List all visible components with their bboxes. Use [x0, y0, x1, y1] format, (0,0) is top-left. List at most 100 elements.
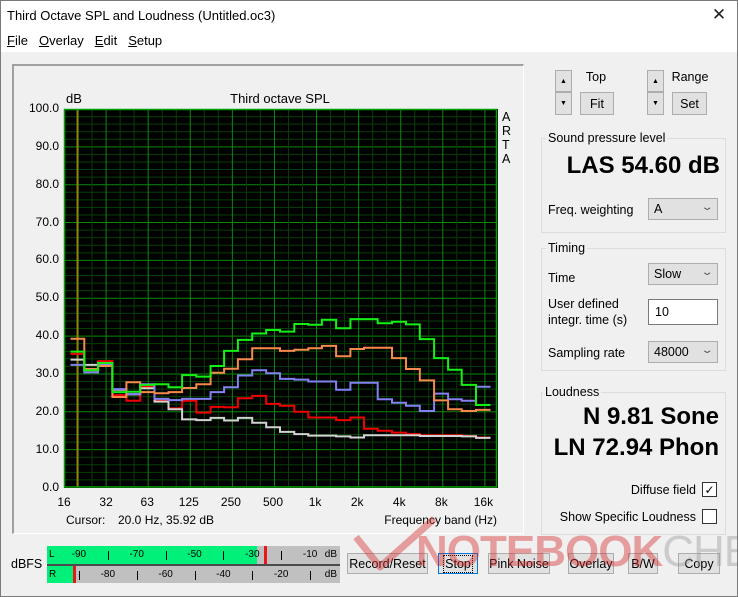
chevron-down-icon: ⌄ — [700, 202, 714, 213]
menu-file[interactable]: File — [3, 30, 32, 52]
menu-setup[interactable]: Setup — [124, 30, 166, 52]
bw-button[interactable]: B/W — [628, 553, 658, 574]
meter-scale-tick — [78, 571, 80, 580]
top-label: Top — [585, 70, 607, 84]
x-tick-label: 32 — [99, 495, 113, 509]
y-tick-label: 50.0 — [35, 290, 59, 305]
arrow-up-icon: ▲ — [560, 77, 567, 85]
sampling-rate-label: Sampling rate — [548, 346, 626, 360]
chevron-down-icon: ⌄ — [700, 267, 714, 278]
overlay-label: Overlay — [569, 556, 613, 571]
integr-time-value: 10 — [655, 305, 669, 319]
time-value: Slow — [654, 267, 682, 281]
meter-scale-label: -30 — [245, 549, 260, 560]
y-tick-label: 40.0 — [35, 328, 59, 343]
meter-channel-label: L — [49, 549, 55, 560]
diffuse-field-checkbox[interactable]: ✓ — [702, 482, 717, 497]
meter-scale-label: -60 — [158, 569, 173, 580]
meter-unit-label: dB — [324, 549, 337, 560]
x-tick-label: 125 — [178, 495, 199, 509]
timing-group-title: Timing — [546, 241, 588, 255]
x-tick-label: 500 — [262, 495, 284, 509]
chart-title: Third octave SPL — [230, 91, 330, 106]
fit-button-label: Fit — [590, 96, 604, 111]
integr-time-label-line2: integr. time (s) — [548, 313, 628, 327]
menu-edit[interactable]: Edit — [91, 30, 121, 52]
overlay-button[interactable]: Overlay — [568, 553, 614, 574]
x-tick-label: 63 — [140, 495, 154, 509]
integr-time-input[interactable]: 10 — [648, 299, 718, 325]
meter-scale-label: -40 — [216, 569, 231, 580]
x-tick-label: 16 — [57, 495, 71, 509]
y-tick-label: 100.0 — [28, 101, 59, 115]
range-up-button[interactable]: ▲ — [647, 70, 664, 92]
sampling-rate-value: 48000 — [654, 345, 689, 359]
window-title: Third Octave SPL and Loudness (Untitled.… — [7, 8, 276, 23]
meter-scale-label: -50 — [187, 549, 202, 560]
bw-label: B/W — [631, 556, 655, 571]
cursor-label: Cursor: — [66, 513, 106, 527]
meter-scale-tick — [107, 551, 109, 560]
level-meter: L -90 -70 -50 -30 -10 dB R -80 -60 -40 -20 dB — [47, 546, 340, 583]
meter-channel-label: R — [49, 569, 57, 580]
record-reset-label: Record/Reset — [349, 556, 426, 571]
time-select[interactable]: Slow ⌄ — [648, 263, 718, 285]
y-tick-label: 30.0 — [35, 365, 59, 380]
meter-peak-marker — [72, 566, 76, 583]
freq-weighting-select[interactable]: A ⌄ — [648, 198, 718, 220]
chevron-down-icon: ⌄ — [700, 345, 714, 356]
close-button[interactable]: ✕ — [702, 0, 736, 30]
y-tick-label: 20.0 — [35, 403, 59, 418]
range-label: Range — [671, 70, 709, 84]
x-tick-label: 16k — [473, 495, 494, 509]
x-tick-label: 2k — [350, 495, 364, 509]
meter-scale-tick — [310, 571, 312, 580]
freq-weighting-value: A — [654, 202, 663, 216]
meter-scale-tick — [281, 551, 283, 560]
y-tick-label: 0.0 — [42, 479, 59, 494]
meter-scale-tick — [194, 571, 196, 580]
loudness-group-title: Loudness — [543, 385, 602, 399]
stop-label: Stop — [443, 554, 473, 573]
pink-noise-label: Pink Noise — [489, 556, 549, 571]
show-specific-loudness-checkbox[interactable] — [702, 509, 717, 524]
time-label: Time — [548, 271, 576, 285]
y-tick-label: 80.0 — [35, 176, 59, 191]
y-tick-label: 60.0 — [35, 252, 59, 267]
cursor-readout: 20.0 Hz, 35.92 dB — [118, 513, 215, 527]
pink-noise-button[interactable]: Pink Noise — [488, 553, 550, 574]
arrow-down-icon: ▼ — [652, 100, 659, 107]
freq-weighting-label: Freq. weighting — [548, 203, 634, 217]
loudness-ln-value: LN 72.94 Phon — [553, 434, 719, 461]
top-down-button[interactable]: ▼ — [555, 92, 572, 115]
spl-value: LAS 54.60 dB — [566, 152, 720, 179]
set-button[interactable]: Set — [672, 92, 707, 115]
menu-bar: File Overlay Edit Setup — [0, 30, 738, 52]
x-tick-label: 8k — [435, 495, 448, 509]
dbfs-label: dBFS — [11, 557, 43, 571]
y-tick-label: 90.0 — [35, 138, 59, 153]
top-up-button[interactable]: ▲ — [555, 70, 572, 92]
meter-scale-tick — [252, 571, 254, 580]
set-button-label: Set — [680, 96, 699, 111]
copy-label: Copy — [684, 556, 714, 571]
x-tick-label: 4k — [392, 495, 406, 509]
arrow-down-icon: ▼ — [560, 100, 567, 107]
menu-overlay[interactable]: Overlay — [35, 30, 88, 52]
arrow-up-icon: ▲ — [652, 77, 659, 85]
copy-button[interactable]: Copy — [678, 553, 720, 574]
meter-unit-label: dB — [324, 569, 337, 580]
range-down-button[interactable]: ▼ — [647, 92, 664, 115]
meter-scale-label: -80 — [100, 569, 116, 580]
meter-scale-tick — [165, 551, 167, 560]
sampling-rate-select[interactable]: 48000 ⌄ — [648, 341, 718, 363]
meter-scale-label: -70 — [129, 549, 144, 560]
fit-button[interactable]: Fit — [580, 92, 614, 115]
show-specific-loudness-label: Show Specific Loudness — [559, 510, 696, 524]
x-tick-label: 250 — [220, 495, 241, 509]
spl-plot[interactable] — [63, 108, 498, 488]
stop-button[interactable]: Stop — [438, 553, 478, 574]
record-reset-button[interactable]: Record/Reset — [347, 553, 428, 574]
checkmark-icon: ✓ — [704, 482, 715, 497]
meter-left-channel: L -90 -70 -50 -30 -10 dB — [47, 546, 340, 564]
